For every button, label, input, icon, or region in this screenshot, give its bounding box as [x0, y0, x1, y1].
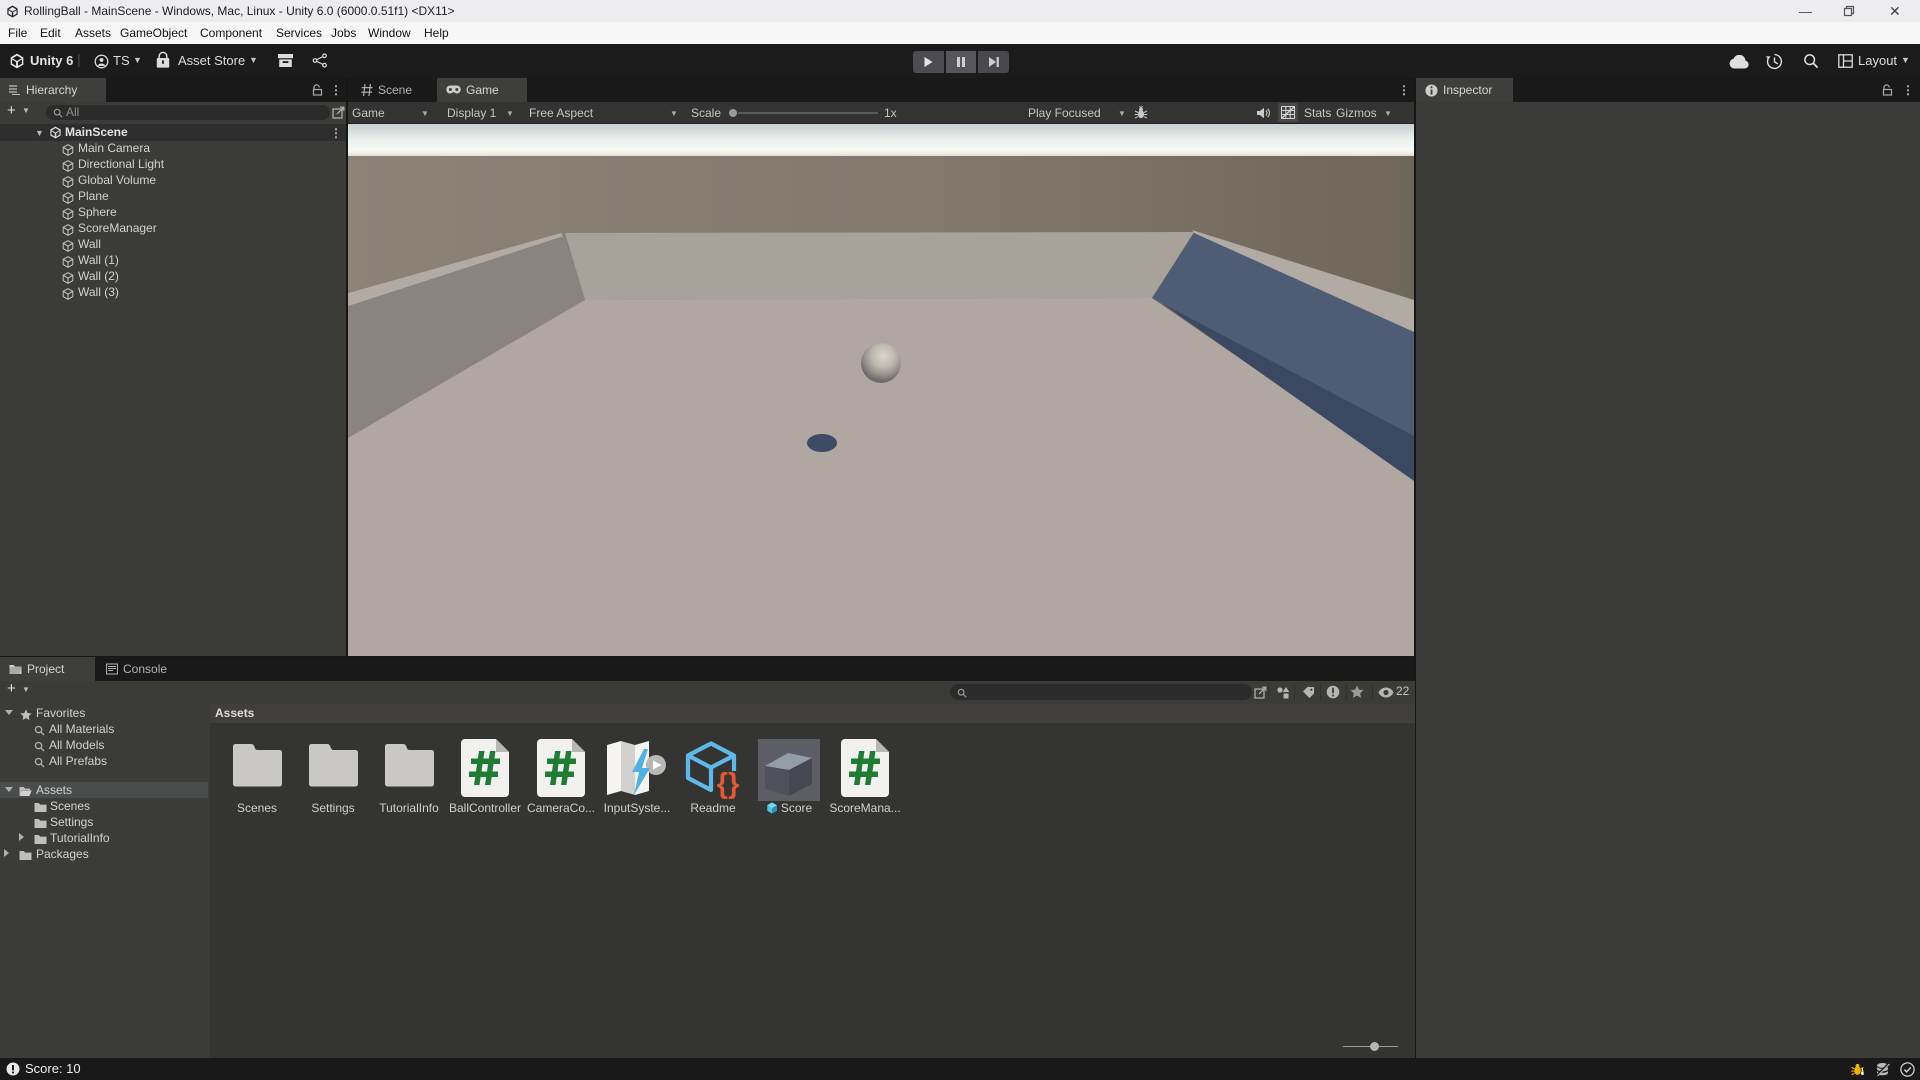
- svg-text:{}: {}: [717, 768, 740, 800]
